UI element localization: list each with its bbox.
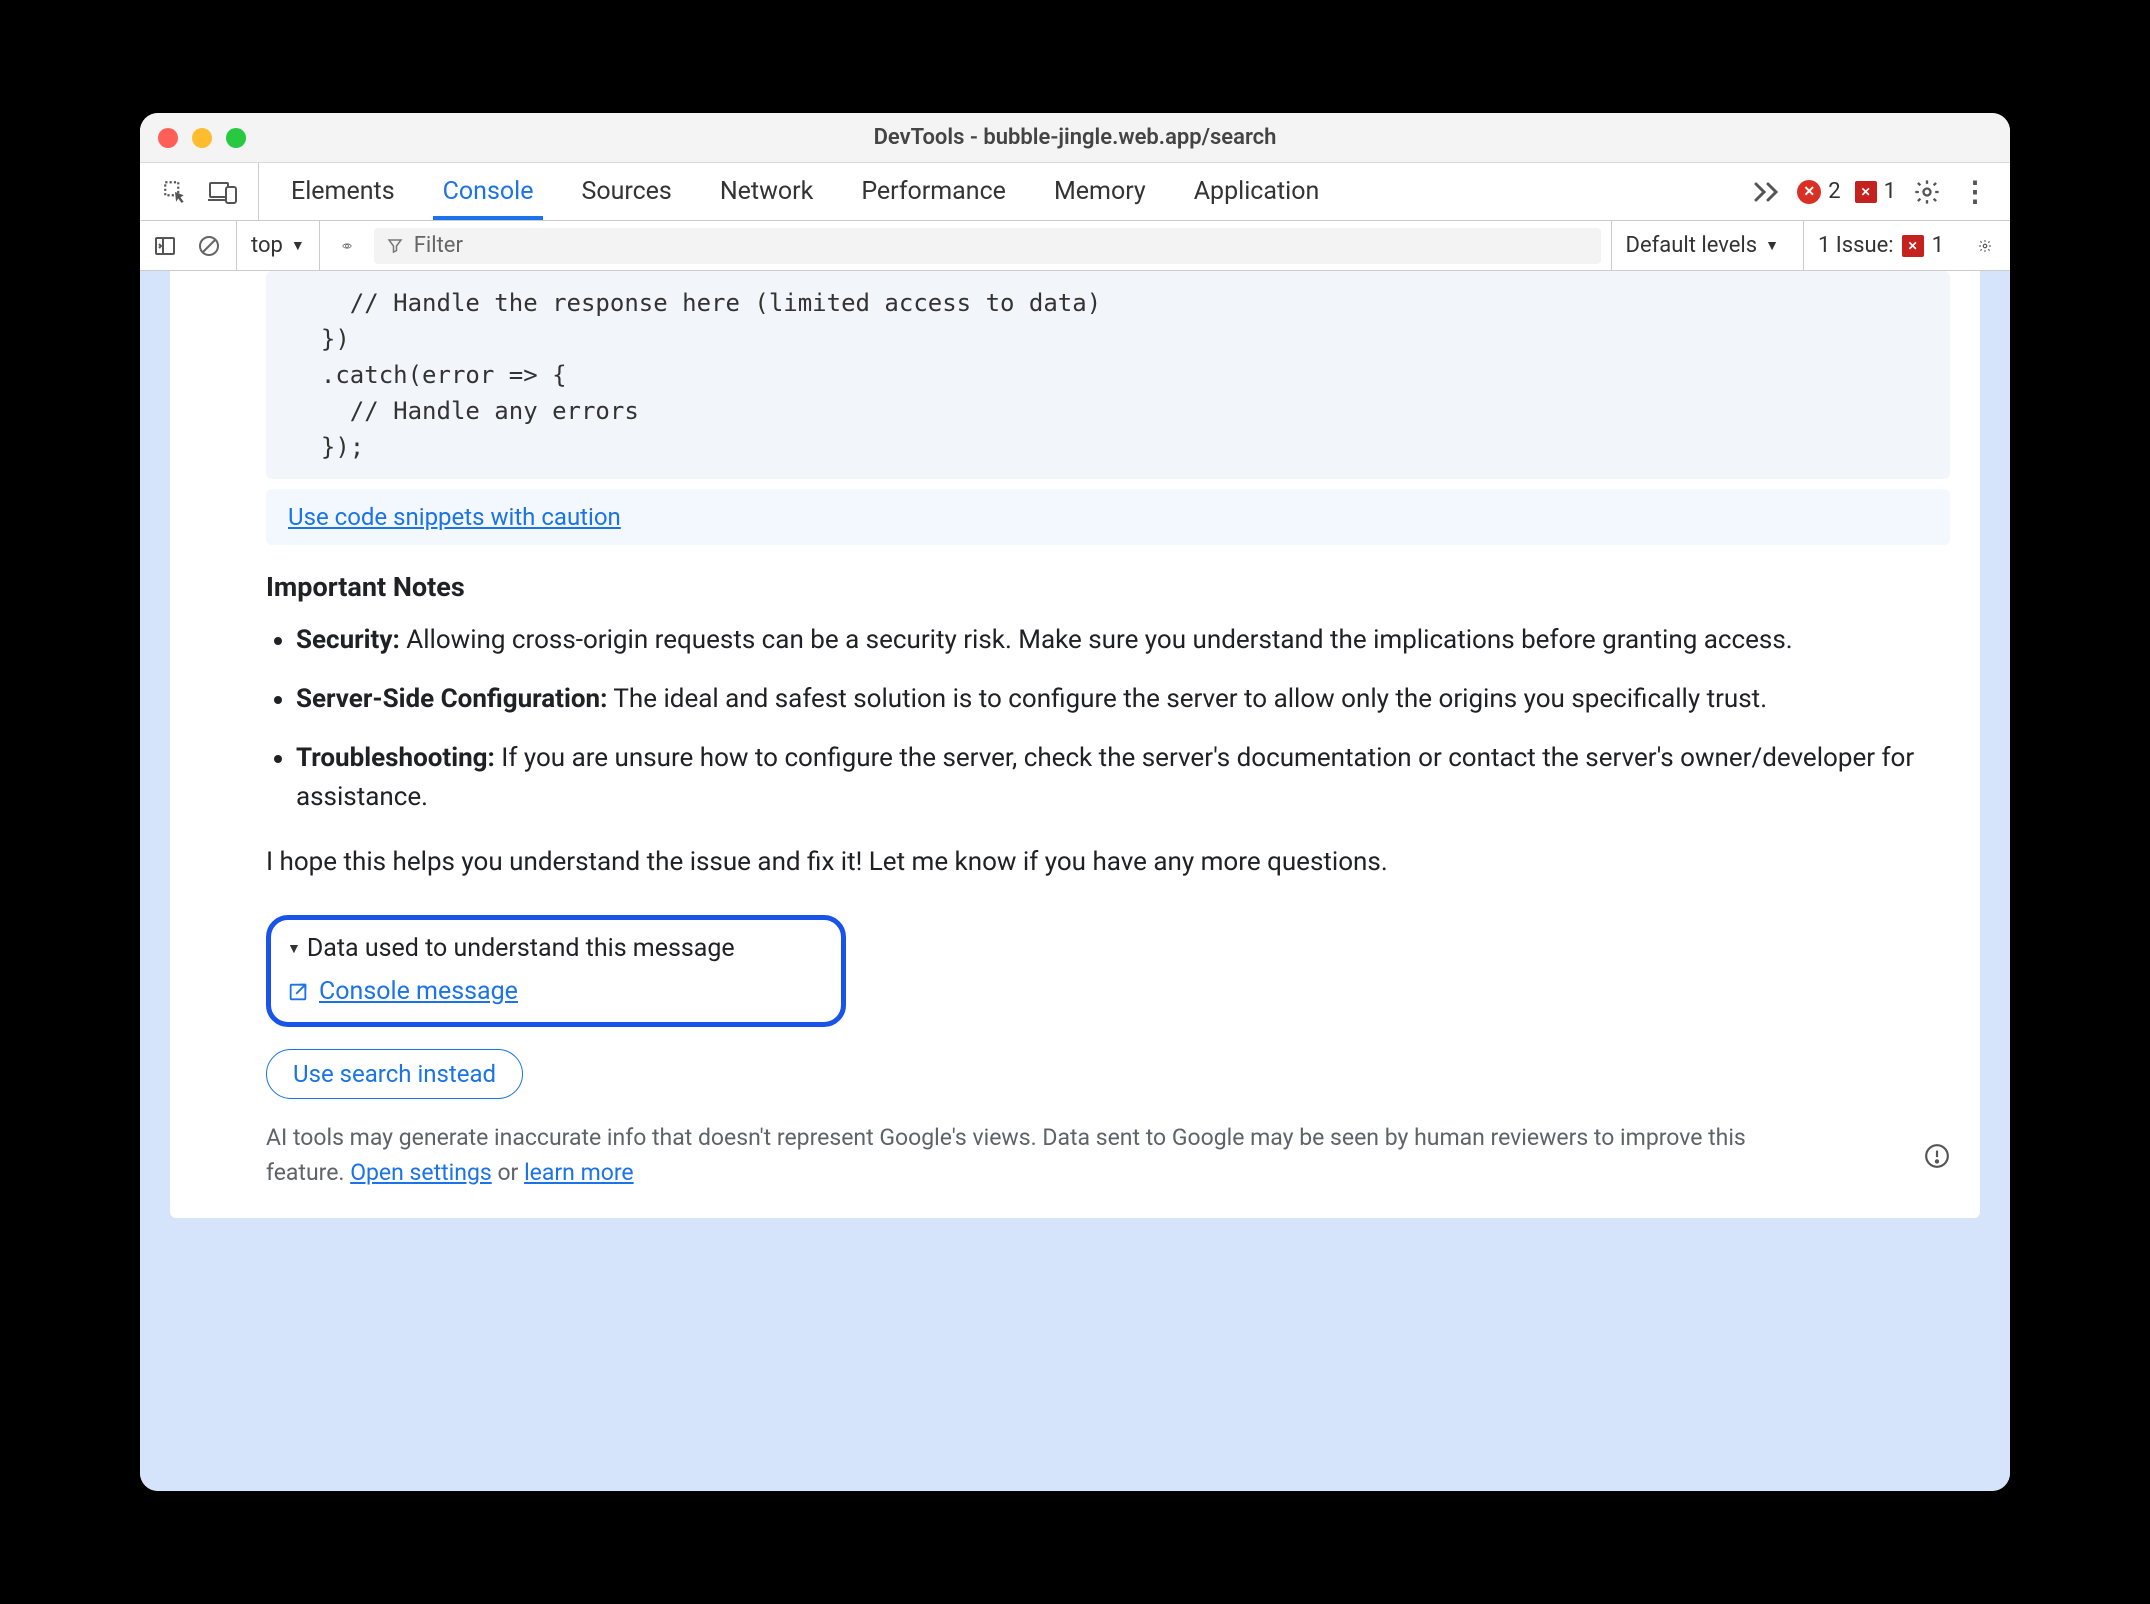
tab-elements[interactable]: Elements bbox=[267, 163, 419, 220]
notes-heading: Important Notes bbox=[266, 571, 1950, 603]
tab-sources[interactable]: Sources bbox=[557, 163, 695, 220]
toggle-sidebar-icon[interactable] bbox=[148, 229, 182, 263]
console-toolbar: top ▼ Filter Default levels ▼ 1 Issue: ✕… bbox=[140, 221, 2010, 271]
ai-explanation-panel: // Handle the response here (limited acc… bbox=[170, 271, 1980, 1218]
log-levels-selector[interactable]: Default levels ▼ bbox=[1611, 221, 1793, 270]
tab-performance[interactable]: Performance bbox=[837, 163, 1030, 220]
settings-icon[interactable] bbox=[1910, 175, 1944, 209]
tab-console[interactable]: Console bbox=[419, 163, 558, 220]
tab-memory[interactable]: Memory bbox=[1030, 163, 1170, 220]
data-used-callout: ▼ Data used to understand this message C… bbox=[266, 915, 846, 1027]
caution-link[interactable]: Use code snippets with caution bbox=[288, 503, 621, 531]
tab-network[interactable]: Network bbox=[696, 163, 837, 220]
window-title: DevTools - bubble-jingle.web.app/search bbox=[140, 125, 2010, 150]
important-notes-section: Important Notes Security: Allowing cross… bbox=[170, 545, 1980, 817]
device-toolbar-icon[interactable] bbox=[206, 175, 240, 209]
context-selector[interactable]: top ▼ bbox=[236, 221, 320, 270]
error-icon: ✕ bbox=[1797, 180, 1821, 204]
open-settings-link[interactable]: Open settings bbox=[350, 1159, 492, 1186]
titlebar: DevTools - bubble-jingle.web.app/search bbox=[140, 113, 2010, 163]
issue-flag-icon: ✕ bbox=[1902, 235, 1924, 257]
inspect-element-icon[interactable] bbox=[158, 175, 192, 209]
data-used-toggle[interactable]: ▼ Data used to understand this message bbox=[287, 934, 821, 963]
issues-indicator[interactable]: 1 Issue: ✕ 1 bbox=[1803, 221, 1958, 270]
live-expression-icon[interactable] bbox=[330, 229, 364, 263]
panel-tabs: Elements Console Sources Network Perform… bbox=[267, 163, 1343, 220]
note-item: Server-Side Configuration: The ideal and… bbox=[296, 680, 1950, 719]
console-settings-icon[interactable] bbox=[1968, 229, 2002, 263]
more-options-icon[interactable]: ⋮ bbox=[1958, 175, 1992, 209]
issue-flag-icon: ✕ bbox=[1855, 181, 1877, 203]
console-message-link[interactable]: Console message bbox=[319, 977, 518, 1006]
filter-icon bbox=[386, 237, 404, 255]
tab-application[interactable]: Application bbox=[1170, 163, 1344, 220]
note-item: Security: Allowing cross-origin requests… bbox=[296, 621, 1950, 660]
use-search-instead-button[interactable]: Use search instead bbox=[266, 1049, 523, 1099]
open-external-icon bbox=[287, 981, 309, 1003]
chevron-down-icon: ▼ bbox=[291, 237, 305, 254]
closing-text: I hope this helps you understand the iss… bbox=[170, 837, 1980, 897]
clear-console-icon[interactable] bbox=[192, 229, 226, 263]
devtools-window: DevTools - bubble-jingle.web.app/search … bbox=[140, 113, 2010, 1491]
console-content: // Handle the response here (limited acc… bbox=[140, 271, 2010, 1491]
error-counter[interactable]: ✕ 2 bbox=[1797, 179, 1840, 204]
caution-bar: Use code snippets with caution bbox=[266, 489, 1950, 545]
filter-input[interactable]: Filter bbox=[374, 228, 1601, 264]
chevron-down-icon: ▼ bbox=[1765, 237, 1779, 254]
disclosure-triangle-icon: ▼ bbox=[287, 940, 301, 957]
code-snippet: // Handle the response here (limited acc… bbox=[266, 271, 1950, 479]
main-toolbar: Elements Console Sources Network Perform… bbox=[140, 163, 2010, 221]
note-item: Troubleshooting: If you are unsure how t… bbox=[296, 739, 1950, 817]
ai-disclaimer: AI tools may generate inaccurate info th… bbox=[170, 1099, 1980, 1200]
learn-more-link[interactable]: learn more bbox=[524, 1159, 634, 1186]
warning-icon[interactable] bbox=[1924, 1143, 1950, 1169]
more-tabs-icon[interactable] bbox=[1749, 175, 1783, 209]
issue-counter[interactable]: ✕ 1 bbox=[1855, 179, 1896, 204]
